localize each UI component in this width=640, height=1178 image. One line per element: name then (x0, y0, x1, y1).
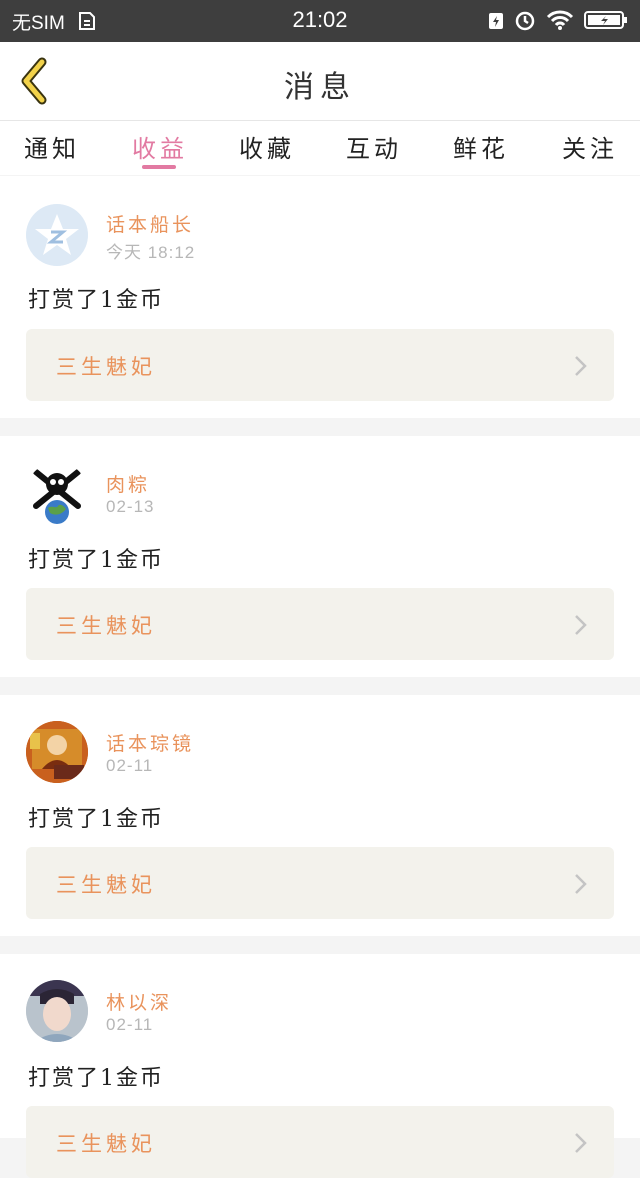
timestamp: 02-11 (106, 756, 154, 775)
username[interactable]: 林以深 (106, 988, 172, 1015)
username[interactable]: 话本琮镜 (106, 729, 194, 756)
book-link[interactable]: 三生魅妃 (26, 588, 614, 660)
chevron-right-icon (575, 874, 587, 894)
timestamp: 02-11 (106, 1015, 154, 1034)
avatar[interactable] (26, 204, 88, 266)
book-link[interactable]: 三生魅妃 (26, 329, 614, 401)
tab-interactions[interactable]: 互动 (334, 129, 414, 164)
charging-icon (488, 10, 504, 30)
message-text: 打赏了1金币 (28, 288, 164, 313)
message-text: 打赏了1金币 (28, 1066, 164, 1091)
message-card: 话本船长 今天 18:12 打赏了1金币 三生魅妃 (0, 176, 640, 418)
message-text: 打赏了1金币 (28, 548, 164, 573)
message-card: 肉粽 02-13 打赏了1金币 三生魅妃 (0, 436, 640, 677)
tab-following[interactable]: 关注 (550, 129, 630, 164)
tab-favorites[interactable]: 收藏 (227, 129, 307, 164)
star-avatar-icon (26, 204, 88, 266)
username[interactable]: 肉粽 (106, 470, 150, 497)
message-card: 林以深 02-11 打赏了1金币 三生魅妃 (0, 954, 640, 1178)
tab-notifications[interactable]: 通知 (12, 129, 92, 164)
active-tab-indicator (142, 165, 176, 169)
book-title: 三生魅妃 (56, 355, 156, 379)
username[interactable]: 话本船长 (106, 210, 194, 237)
alarm-icon (514, 9, 536, 31)
nav-bar: 消息 (0, 42, 640, 121)
tab-flowers[interactable]: 鲜花 (441, 129, 521, 164)
skull-globe-avatar-icon (26, 462, 88, 524)
book-title: 三生魅妃 (56, 614, 156, 638)
avatar[interactable] (26, 980, 88, 1042)
avatar[interactable] (26, 462, 88, 524)
chevron-right-icon (575, 356, 587, 376)
book-link[interactable]: 三生魅妃 (26, 1106, 614, 1178)
message-text: 打赏了1金币 (28, 807, 164, 832)
status-bar: 无SIM 21:02 (0, 0, 640, 42)
book-title: 三生魅妃 (56, 1132, 156, 1156)
book-link[interactable]: 三生魅妃 (26, 847, 614, 919)
timestamp: 02-13 (106, 497, 155, 516)
tab-bar: 通知 收益 收藏 互动 鲜花 关注 (0, 121, 640, 175)
character-avatar-icon (26, 721, 88, 783)
person-avatar-icon (26, 980, 88, 1042)
chevron-right-icon (575, 615, 587, 635)
battery-icon (584, 10, 628, 30)
chevron-right-icon (575, 1133, 587, 1153)
tab-earnings[interactable]: 收益 (120, 129, 200, 164)
avatar[interactable] (26, 721, 88, 783)
wifi-icon (546, 9, 574, 31)
book-title: 三生魅妃 (56, 873, 156, 897)
timestamp: 今天 18:12 (106, 243, 196, 262)
message-card: 话本琮镜 02-11 打赏了1金币 三生魅妃 (0, 695, 640, 936)
page-title: 消息 (284, 70, 356, 105)
